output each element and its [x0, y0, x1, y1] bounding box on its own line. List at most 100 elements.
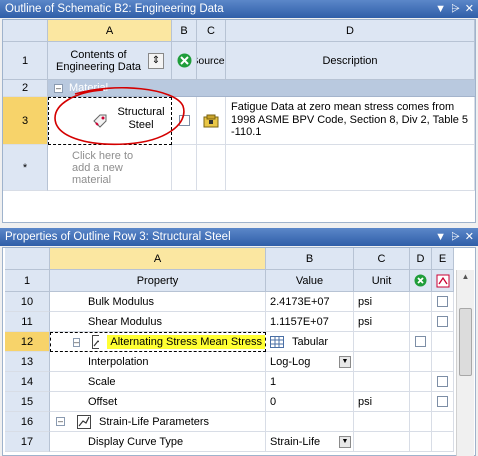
parameter-checkbox[interactable] [437, 296, 448, 307]
property-label: Offset [88, 395, 118, 408]
property-cell[interactable]: – Strain-Life Parameters [50, 412, 266, 432]
col-letter-d[interactable]: D [226, 20, 475, 42]
col-letter-e[interactable]: E [432, 248, 454, 270]
cell-d [410, 332, 432, 352]
row-number: 17 [5, 432, 50, 452]
enable-checkbox[interactable] [415, 336, 426, 347]
pin-icon[interactable]: ⩥ [451, 228, 460, 246]
cell-e [432, 412, 454, 432]
header-source[interactable]: Source [197, 42, 226, 80]
cell-d [410, 352, 432, 372]
property-unit [354, 432, 410, 452]
col-letter-a[interactable]: A [50, 248, 266, 270]
row-number: 10 [5, 292, 50, 312]
value-text: 2.4173E+07 [270, 295, 330, 308]
property-cell[interactable]: Offset [50, 392, 266, 412]
library-icon [203, 114, 219, 127]
property-value[interactable] [266, 412, 354, 432]
header-e[interactable] [432, 270, 454, 292]
value-text: Log-Log [270, 355, 311, 368]
property-value[interactable]: 1 [266, 372, 354, 392]
properties-title-bar: Properties of Outline Row 3: Structural … [0, 228, 478, 246]
col-letter-b[interactable]: B [172, 20, 197, 42]
enable-icon [177, 53, 191, 68]
sort-icon[interactable]: ⇕ [148, 53, 164, 69]
material-source-cell [197, 97, 226, 145]
header-property[interactable]: Property [50, 270, 266, 292]
chevron-down-icon[interactable]: ▼ [339, 435, 351, 448]
property-cell[interactable]: Bulk Modulus [50, 292, 266, 312]
collapse-icon[interactable]: – [56, 417, 65, 426]
value-text: Tabular [292, 335, 329, 348]
close-icon[interactable]: ✕ [465, 0, 474, 18]
pin-icon[interactable]: ▼ [435, 0, 446, 18]
row-number: 12 [5, 332, 50, 352]
scroll-thumb[interactable] [459, 308, 472, 376]
property-value[interactable]: Tabular [266, 332, 354, 352]
header-value[interactable]: Value [266, 270, 354, 292]
cell-d [410, 432, 432, 452]
material-description: Fatigue Data at zero mean stress comes f… [226, 97, 475, 145]
pin-icon[interactable]: ▼ [435, 228, 446, 246]
chevron-down-icon[interactable]: ▼ [339, 355, 351, 368]
col-letter-a[interactable]: A [48, 20, 172, 42]
parameter-checkbox[interactable] [437, 396, 448, 407]
property-cell[interactable]: Shear Modulus [50, 312, 266, 332]
property-value[interactable]: 2.4173E+07 [266, 292, 354, 312]
cell-e [432, 292, 454, 312]
cell-d [410, 292, 432, 312]
property-unit: psi [354, 392, 410, 412]
row-number: 3 [3, 97, 48, 145]
property-label: Strain-Life Parameters [99, 415, 210, 428]
cell-e [432, 332, 454, 352]
add-row-b [172, 145, 197, 191]
cell-e [432, 372, 454, 392]
col-letter-c[interactable]: C [197, 20, 226, 42]
pin-icon[interactable]: ⩥ [451, 0, 460, 18]
row-number: 15 [5, 392, 50, 412]
property-unit [354, 412, 410, 432]
col-letter-c[interactable]: C [354, 248, 410, 270]
property-cell[interactable]: Interpolation [50, 352, 266, 372]
add-material-cell[interactable]: Click here to add a new material [48, 145, 172, 191]
cell-d [410, 372, 432, 392]
property-label: Scale [88, 375, 116, 388]
property-label: Alternating Stress Mean Stress [107, 335, 265, 349]
enable-icon [414, 274, 427, 287]
property-label: Shear Modulus [88, 315, 162, 328]
property-unit [354, 352, 410, 372]
collapse-icon[interactable]: – [73, 337, 81, 347]
close-icon[interactable]: ✕ [465, 228, 474, 246]
parameter-checkbox[interactable] [437, 376, 448, 387]
property-value[interactable]: 0 [266, 392, 354, 412]
outline-title: Outline of Schematic B2: Engineering Dat… [5, 3, 224, 15]
value-text: 1 [270, 375, 277, 388]
parameter-icon [436, 274, 449, 287]
header-description[interactable]: Description [226, 42, 475, 80]
property-label: Bulk Modulus [88, 295, 155, 308]
corner-cell [3, 20, 48, 42]
col-letter-b[interactable]: B [266, 248, 354, 270]
scroll-up-icon[interactable]: ▲ [459, 272, 472, 286]
parameter-checkbox[interactable] [437, 316, 448, 327]
header-unit[interactable]: Unit [354, 270, 410, 292]
row-number: 2 [3, 80, 48, 97]
add-row-d [226, 145, 475, 191]
row-number: 16 [5, 412, 50, 432]
cell-d [410, 392, 432, 412]
vertical-scrollbar[interactable]: ▲ [456, 270, 474, 456]
cell-e [432, 392, 454, 412]
property-value[interactable]: Log-Log ▼ [266, 352, 354, 372]
col-letter-d[interactable]: D [410, 248, 432, 270]
header-b[interactable] [172, 42, 197, 80]
header-d[interactable] [410, 270, 432, 292]
property-cell[interactable]: Display Curve Type [50, 432, 266, 452]
value-text: Strain-Life [270, 435, 321, 448]
property-label: Interpolation [88, 355, 149, 368]
property-cell[interactable]: – Alternating Stress Mean Stress [50, 332, 266, 352]
row-number: 1 [5, 270, 50, 292]
property-value[interactable]: 1.1157E+07 [266, 312, 354, 332]
chart-icon [92, 335, 100, 349]
property-value[interactable]: Strain-Life ▼ [266, 432, 354, 452]
property-cell[interactable]: Scale [50, 372, 266, 392]
